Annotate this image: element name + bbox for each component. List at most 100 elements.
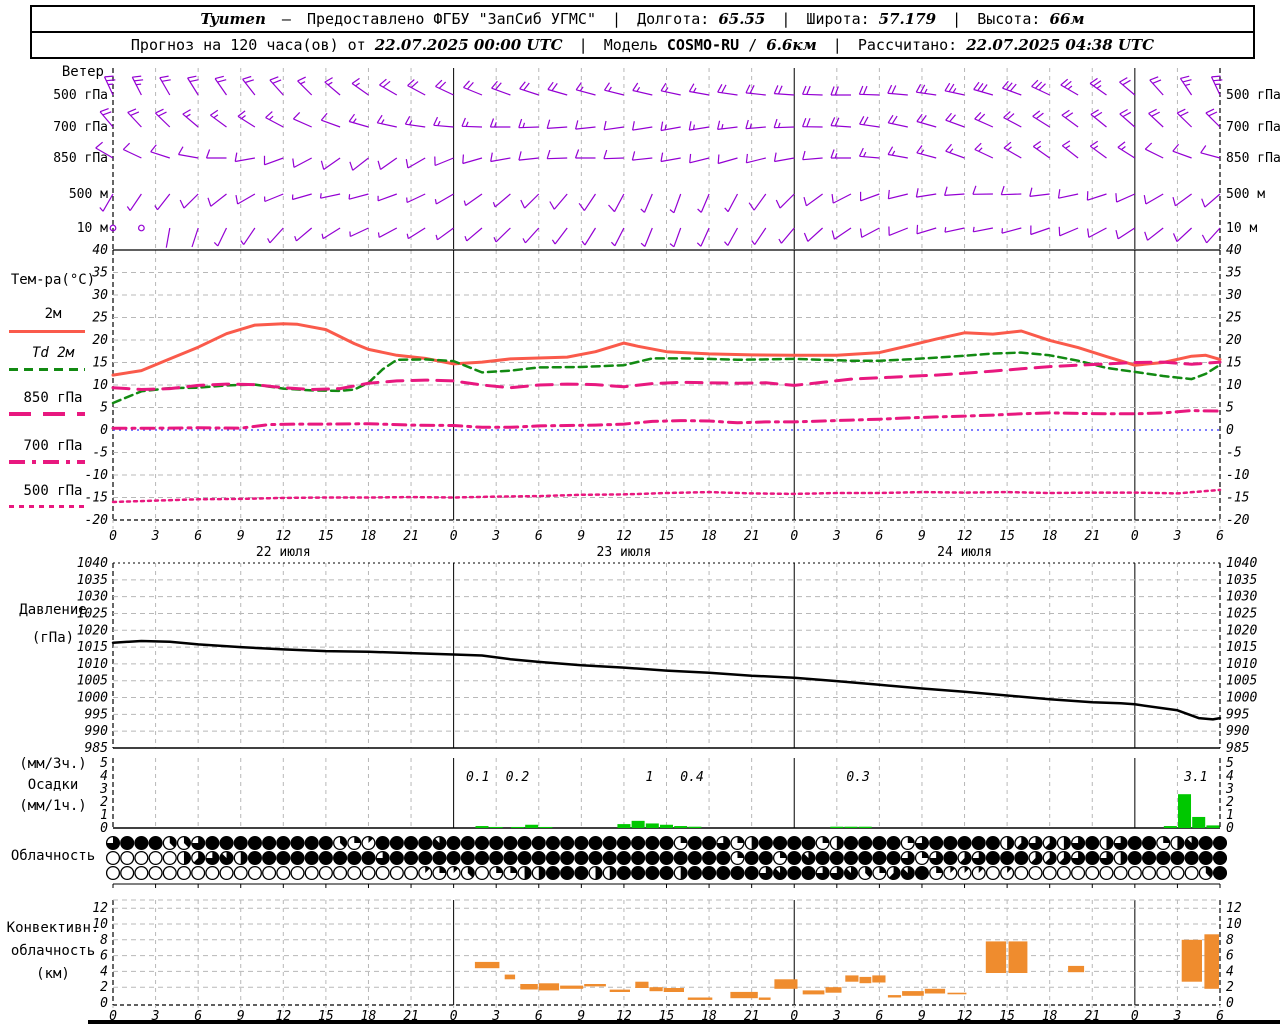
wind-barb — [348, 113, 369, 128]
wind-barb — [803, 227, 824, 242]
wind-barb — [773, 152, 795, 163]
wind-barb — [377, 227, 398, 238]
precip-tick-label: 3 — [99, 782, 108, 797]
cloud-cover-symbol — [531, 850, 546, 866]
cloud-cover-symbol — [446, 850, 461, 866]
cloud-cover-symbol — [517, 850, 532, 866]
wind-barb — [1117, 141, 1136, 159]
cloud-cover-symbol — [545, 850, 561, 866]
cloud-cover-symbol — [262, 835, 277, 851]
cloud-cover-symbol — [1028, 865, 1043, 881]
conv-cloud-box — [902, 991, 924, 996]
hour-label: 3 — [832, 529, 841, 544]
cloud-cover-symbol — [418, 850, 433, 866]
cloud-cover-fill — [936, 866, 943, 873]
wind-barb — [1060, 78, 1079, 96]
wind-level-label: 700 гПа — [1226, 120, 1280, 135]
wind-level-label: 500 м — [69, 187, 108, 202]
cloud-cover-symbol — [389, 865, 404, 881]
precip-tick-label: 3 — [1225, 782, 1234, 797]
precip-sum-label: 0.1 — [466, 770, 489, 785]
conv-tick-label: 10 — [1226, 917, 1242, 932]
cloud-cover-fill — [737, 836, 744, 843]
cloud-cover-symbol — [560, 850, 575, 866]
wind-barb — [348, 193, 369, 200]
hour-label: 0 — [1131, 529, 1139, 544]
precip-tick-label: 1 — [100, 808, 108, 823]
wind-barb — [945, 112, 965, 128]
wind-barb — [210, 109, 227, 128]
wind-barb — [1172, 193, 1192, 207]
wind-barb — [1115, 193, 1136, 203]
wind-barb — [549, 193, 568, 210]
cloud-cover-symbol — [375, 835, 390, 851]
cloud-cover-symbol — [134, 835, 149, 851]
cloud-cover-symbol — [758, 850, 773, 866]
wind-barb — [179, 193, 199, 209]
precip-tick-label: 5 — [1226, 756, 1234, 771]
wind-barb — [1003, 141, 1022, 159]
wind-barb — [321, 227, 341, 240]
conv-cloud-box — [845, 975, 859, 982]
precip-tick-label: 0 — [1226, 821, 1234, 836]
wind-barb — [264, 193, 284, 203]
cloud-cover-symbol — [588, 850, 603, 866]
wind-barb — [717, 154, 738, 165]
wind-barb — [267, 227, 284, 244]
wind-barb — [802, 150, 823, 161]
wind-barb — [294, 227, 313, 242]
temp-tick-label: -15 — [1226, 491, 1250, 506]
conv-tick-label: 8 — [1226, 933, 1234, 948]
conv-tick-label: 12 — [1226, 901, 1242, 916]
conv-cloud-box — [1008, 941, 1028, 973]
cloud-cover-symbol — [1198, 850, 1213, 866]
cloud-cover-symbol — [1085, 850, 1100, 866]
precip-tick-label: 4 — [100, 769, 108, 784]
wind-barb — [406, 227, 426, 240]
wind-barb — [974, 142, 994, 159]
cloud-cover-symbol — [943, 835, 958, 851]
precip-tick-label: 2 — [100, 795, 108, 810]
wind-barb — [972, 185, 993, 195]
temp-tick-label: -5 — [1226, 446, 1242, 461]
cloud-cover-symbol — [631, 865, 646, 881]
wind-barb — [1090, 109, 1107, 128]
cloud-cover-symbol — [418, 835, 433, 851]
wind-barb — [745, 84, 766, 96]
cloud-cover-symbol — [545, 865, 561, 881]
precip-sum-label: 0.4 — [680, 770, 703, 785]
precip-bar — [539, 826, 553, 828]
wind-barb — [191, 227, 199, 248]
wind-barb — [574, 149, 596, 159]
wind-barb — [689, 153, 710, 164]
hour-label: 6 — [1216, 529, 1224, 544]
wind-barb — [407, 79, 426, 96]
wind-barb — [1172, 227, 1193, 243]
cloud-cover-symbol — [645, 835, 660, 851]
wind-barb — [1210, 75, 1223, 96]
cloud-cover-symbol — [716, 865, 731, 881]
cloud-cover-symbol — [247, 835, 262, 851]
cloud-cover-symbol — [574, 865, 589, 881]
wind-barb — [1086, 191, 1107, 201]
wind-barb — [1001, 227, 1022, 234]
wind-barb — [213, 227, 228, 247]
cloud-cover-symbol — [616, 865, 631, 881]
pressure-tick-label: 1005 — [77, 674, 108, 689]
cloud-cover-symbol — [858, 835, 873, 851]
cloud-cover-symbol — [489, 850, 504, 866]
wind-barb — [688, 121, 710, 131]
cloud-cover-symbol — [290, 835, 305, 851]
cloud-cover-symbol — [219, 835, 234, 851]
cloud-cover-symbol — [1170, 865, 1185, 881]
wind-barb — [717, 84, 738, 96]
cloud-cover-symbol — [1127, 850, 1142, 866]
wind-barb — [546, 149, 568, 160]
wind-barb — [463, 80, 483, 96]
wind-barb — [660, 121, 681, 132]
wind-barb — [575, 120, 596, 130]
cloud-cover-symbol — [957, 835, 972, 851]
wind-barb — [263, 155, 284, 166]
wind-barb — [292, 111, 312, 128]
precip-sum-label: 0.3 — [846, 770, 869, 785]
